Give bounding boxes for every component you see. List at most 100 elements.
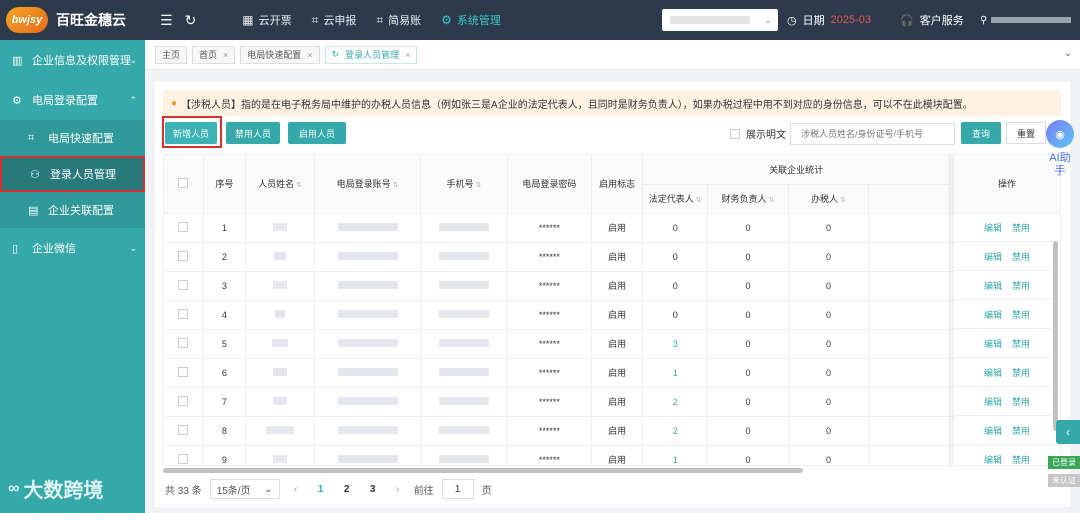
legal-count[interactable]: 1 [673,455,678,465]
disable-button[interactable]: 禁用 [1012,250,1030,263]
col-account[interactable]: 电局登录账号 ⇅ [314,155,422,214]
checkbox[interactable] [178,366,189,377]
sort-icon[interactable]: ⇅ [840,197,846,204]
cell-legal[interactable]: 1 [642,445,709,465]
nav-item-system[interactable]: ⚙ 系统管理 [431,0,511,40]
row-checkbox-cell[interactable] [164,416,204,446]
checkbox[interactable] [178,308,189,319]
col-legal[interactable]: 法定代表人 ⇅ [642,184,709,214]
edit-button[interactable]: 编辑 [984,308,1002,321]
show-plaintext-toggle[interactable]: 展示明文 [730,126,786,141]
date-area[interactable]: ◷ 日期 2025-03 [787,0,871,40]
row-checkbox-cell[interactable] [164,387,204,417]
row-checkbox-cell[interactable] [164,271,204,301]
close-icon[interactable]: × [223,50,228,60]
checkbox[interactable] [730,128,740,139]
col-tax[interactable]: 办税人 ⇅ [788,184,870,214]
edit-button[interactable]: 编辑 [984,250,1002,263]
goto-page-input[interactable] [441,479,474,499]
table-row[interactable]: 1 ****** 启用 0 0 0 [164,213,1060,243]
col-phone[interactable]: 手机号 ⇅ [420,155,508,214]
prev-page-icon[interactable]: ‹ [288,484,304,495]
app-logo[interactable]: bwjsy 百旺金穗云 [0,0,145,40]
sort-icon[interactable]: ⇅ [696,197,702,204]
close-icon[interactable]: × [405,50,410,60]
select-all-header[interactable] [164,155,204,214]
sort-icon[interactable]: ⇅ [769,197,775,204]
refresh-icon[interactable]: ↻ [185,12,197,29]
disable-button[interactable]: 禁用 [1012,308,1030,321]
next-page-icon[interactable]: › [390,484,406,495]
disable-button[interactable]: 禁用 [1012,453,1030,466]
checkbox[interactable] [178,279,189,290]
sidebar-item-wecom[interactable]: ▯ 企业微信 ⌄ [0,228,145,268]
row-checkbox-cell[interactable] [164,445,204,465]
add-person-button[interactable]: 新增人员 [165,122,217,144]
refresh-icon[interactable]: ↻ [332,49,340,60]
nav-item-simple-ledger[interactable]: ⌗ 简易账 [366,0,431,40]
reset-button[interactable]: 重置 [1006,122,1046,144]
disable-button[interactable]: 禁用 [1012,395,1030,408]
legal-count[interactable]: 1 [673,368,678,378]
tab-quick-config[interactable]: 电局快速配置 × [240,45,320,64]
page-3[interactable]: 3 [364,484,382,495]
disable-button[interactable]: 禁用 [1012,366,1030,379]
edit-button[interactable]: 编辑 [984,366,1002,379]
legal-count[interactable]: 2 [673,426,678,436]
close-icon[interactable]: × [307,50,312,60]
checkbox[interactable] [178,453,189,464]
disable-person-button[interactable]: 禁用人员 [226,122,280,144]
row-checkbox-cell[interactable] [164,329,204,359]
cell-legal[interactable]: 2 [642,416,709,446]
sort-icon[interactable]: ⇅ [393,182,399,189]
chevron-down-icon[interactable]: ⌄ [1064,48,1072,59]
enable-person-button[interactable]: 启用人员 [288,122,346,144]
tab-main[interactable]: 主页 [155,45,188,64]
query-button[interactable]: 查询 [961,122,1001,144]
checkbox[interactable] [178,337,189,348]
horizontal-scrollbar[interactable] [163,468,803,473]
row-checkbox-cell[interactable] [164,213,204,243]
sidebar-item-quick-config[interactable]: ⌗ 电局快速配置 [0,120,145,156]
vertical-scrollbar[interactable] [1053,241,1058,431]
user-menu[interactable]: ⚲ [980,0,1072,40]
chevron-left-icon[interactable]: ‹ [1056,420,1080,444]
sort-icon[interactable]: ⇅ [475,182,481,189]
checkbox[interactable] [178,250,189,261]
search-input[interactable] [790,123,955,145]
disable-button[interactable]: 禁用 [1012,337,1030,350]
checkbox[interactable] [178,221,189,232]
sidebar-item-login-personnel[interactable]: ⚇ 登录人员管理 [0,156,145,192]
row-checkbox-cell[interactable] [164,300,204,330]
row-checkbox-cell[interactable] [164,242,204,272]
table-row[interactable]: 2 ****** 启用 0 0 0 [164,242,1060,272]
company-select[interactable]: ⌄ [662,9,778,31]
checkbox[interactable] [178,424,189,435]
col-name[interactable]: 人员姓名 ⇅ [245,155,316,214]
edit-button[interactable]: 编辑 [984,395,1002,408]
legal-count[interactable]: 3 [673,339,678,349]
sidebar-item-tax-login-config[interactable]: ⚙ 电局登录配置 ⌃ [0,80,145,120]
sort-icon[interactable]: ⇅ [296,182,302,189]
table-row[interactable]: 6 ****** 启用 1 0 0 [164,358,1060,388]
table-row[interactable]: 7 ****** 启用 2 0 0 [164,387,1060,417]
disable-button[interactable]: 禁用 [1012,279,1030,292]
cell-legal[interactable]: 3 [642,329,709,359]
table-row[interactable]: 8 ****** 启用 2 0 0 [164,416,1060,446]
sidebar-item-enterprise-link[interactable]: ▤ 企业关联配置 [0,192,145,228]
cell-legal[interactable]: 1 [642,358,709,388]
sidebar-item-enterprise-auth[interactable]: ▥ 企业信息及权限管理 ⌄ [0,40,145,80]
tab-login-personnel[interactable]: ↻ 登录人员管理 × [324,45,418,64]
nav-item-invoice[interactable]: ▦ 云开票 [232,0,301,40]
checkbox[interactable] [178,177,189,188]
row-checkbox-cell[interactable] [164,358,204,388]
edit-button[interactable]: 编辑 [984,424,1002,437]
edit-button[interactable]: 编辑 [984,221,1002,234]
page-1[interactable]: 1 [312,484,330,495]
edit-button[interactable]: 编辑 [984,337,1002,350]
disable-button[interactable]: 禁用 [1012,221,1030,234]
table-row[interactable]: 3 ****** 启用 0 0 0 [164,271,1060,301]
legal-count[interactable]: 2 [673,397,678,407]
cell-legal[interactable]: 2 [642,387,709,417]
edit-button[interactable]: 编辑 [984,279,1002,292]
